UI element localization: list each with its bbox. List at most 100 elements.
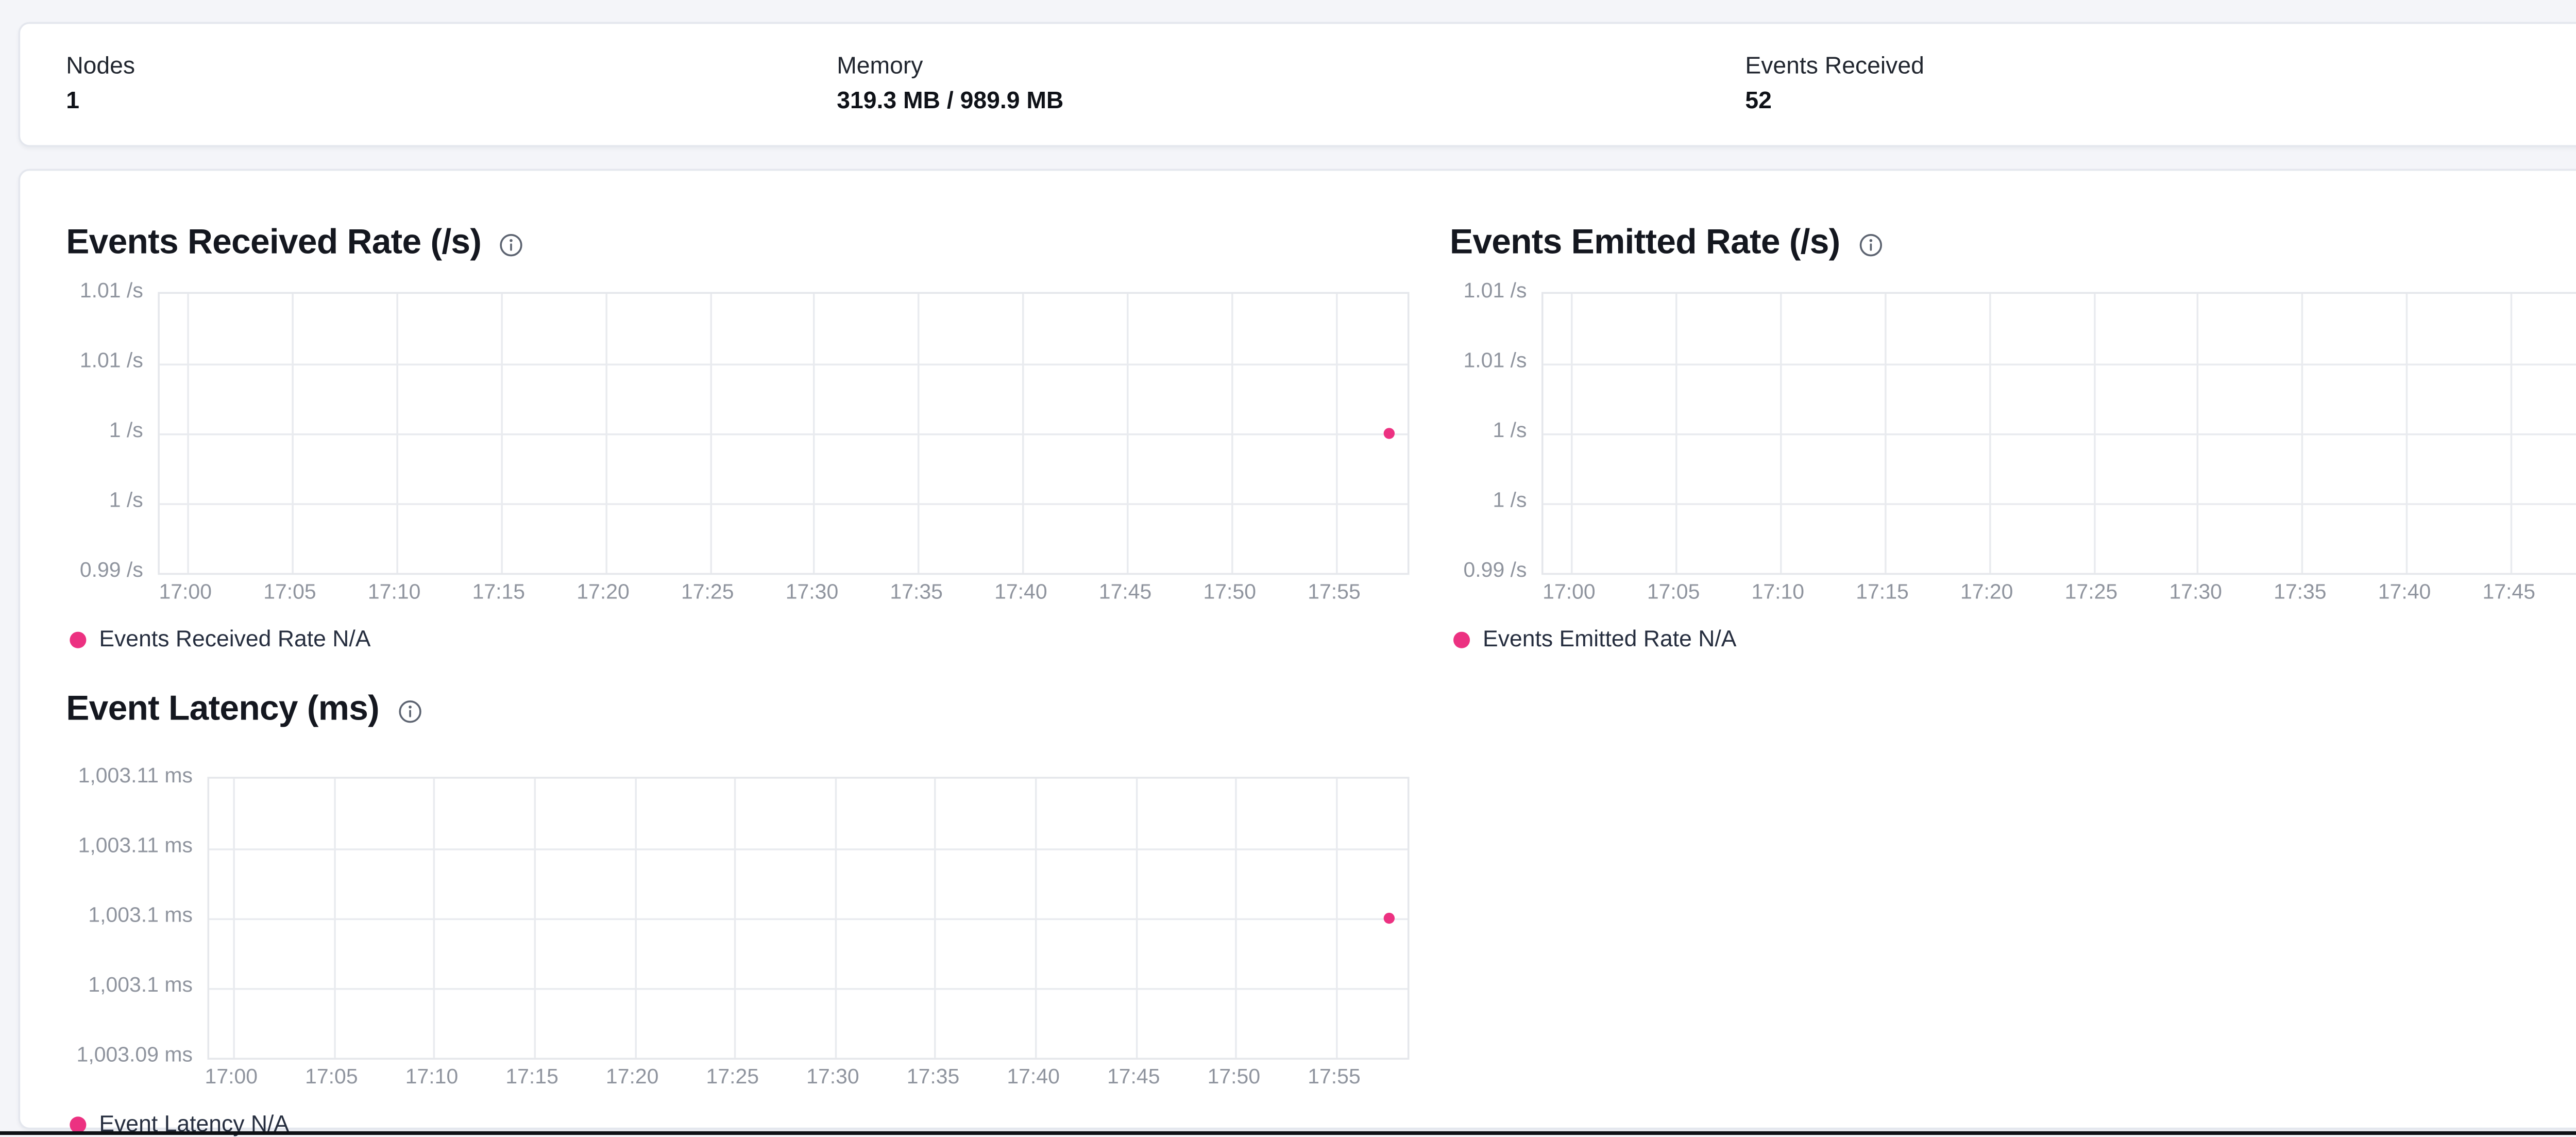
vertical-gridline (1023, 294, 1025, 573)
legend-label: Events Emitted Rate N/A (1483, 626, 1736, 652)
x-axis-tick-label: 17:40 (994, 582, 1047, 605)
y-axis-labels: 1,003.11 ms1,003.11 ms1,003.1 ms1,003.1 … (66, 777, 207, 1056)
data-point[interactable] (1383, 428, 1394, 439)
vertical-gridline (333, 779, 335, 1058)
vertical-gridline (1336, 294, 1338, 573)
vertical-gridline (709, 294, 711, 573)
stat-value: 319.3 MB / 989.9 MB (837, 85, 1063, 116)
vertical-gridline (534, 779, 536, 1058)
x-axis-labels: 17:0017:0517:1017:1517:2017:2517:3017:35… (158, 582, 1405, 612)
x-axis-tick-label: 17:45 (1107, 1067, 1160, 1089)
vertical-gridline (292, 294, 294, 573)
vertical-gridline (2406, 294, 2409, 573)
x-axis-tick-label: 17:55 (1308, 582, 1361, 605)
info-icon[interactable] (398, 699, 421, 723)
x-axis-tick-label: 17:15 (472, 582, 526, 605)
x-axis-tick-label: 17:20 (577, 582, 630, 605)
data-point[interactable] (1384, 913, 1395, 924)
vertical-gridline (935, 779, 937, 1058)
x-axis-tick-label: 17:35 (890, 582, 943, 605)
vertical-gridline (1136, 779, 1138, 1058)
x-axis-tick-label: 17:20 (606, 1067, 659, 1089)
x-axis-labels: 17:0017:0517:1017:1517:2017:2517:3017:35… (1541, 582, 2576, 612)
x-axis-tick-label: 17:35 (2274, 582, 2327, 605)
x-axis-tick-label: 17:30 (786, 582, 839, 605)
vertical-gridline (1571, 294, 1573, 573)
chart-event-latency: Event Latency (ms) 1,003.11 ms 1,003.11 ms… (66, 685, 1424, 1137)
vertical-gridline (2302, 294, 2304, 573)
chart-body: 1,003.11 ms1,003.11 ms1,003.1 ms1,003.1 … (66, 777, 1424, 1060)
horizontal-gridline (209, 988, 1408, 990)
chart-body: 1.01 /s1.01 /s1 /s1 /s0.99 /s (1450, 292, 2576, 575)
x-axis-tick-label: 17:40 (2378, 582, 2431, 605)
chart-header: Events Emitted Rate (/s) (1450, 219, 2576, 270)
y-axis-tick-label: 1,003.1 ms (88, 906, 193, 928)
vertical-gridline (634, 779, 636, 1058)
horizontal-gridline (1544, 503, 2576, 505)
y-axis-tick-label: 1.01 /s (80, 281, 143, 303)
stat-label: Nodes (66, 49, 135, 81)
charts-card: Events Received Rate (/s)1.01 /s1.01 /s1… (19, 169, 2576, 1130)
info-icon[interactable] (1858, 232, 1882, 256)
chart-header: Events Received Rate (/s) (66, 219, 1424, 270)
dashboard-page: Nodes 1 Memory 319.3 MB / 989.9 MB Event… (0, 0, 2576, 1135)
chart-body: 1.01 /s1.01 /s1 /s1 /s0.99 /s (66, 292, 1424, 575)
x-axis-tick-label: 17:25 (706, 1067, 759, 1089)
chart-legend[interactable]: Events Emitted Rate N/A (1450, 626, 1737, 652)
chart-legend[interactable]: Events Received Rate N/A (66, 626, 370, 652)
x-axis-tick-label: 17:15 (1856, 582, 1909, 605)
x-axis-tick-label: 17:10 (368, 582, 421, 605)
chart-events-received-rate: Events Received Rate (/s) 1.01 /s1.01 /s1… (66, 219, 1424, 652)
x-axis-tick-label: 17:45 (2482, 582, 2535, 605)
stat-label: Memory (837, 49, 1063, 81)
x-axis-tick-label: 17:45 (1099, 582, 1152, 605)
chart-events-emitted-rate: Events Emitted Rate (/s) 1.01 /s1.01 /s1 … (1450, 219, 2576, 652)
vertical-gridline (1675, 294, 1677, 573)
y-axis-tick-label: 1 /s (109, 421, 143, 443)
x-axis-tick-label: 17:05 (305, 1067, 358, 1089)
stat-label: Events Received (1745, 49, 1924, 81)
x-axis-tick-label: 17:15 (505, 1067, 558, 1089)
vertical-gridline (1780, 294, 1782, 573)
x-axis-tick-label: 17:00 (205, 1067, 258, 1089)
vertical-gridline (187, 294, 189, 573)
stat-value: 1 (66, 85, 135, 116)
chart-title: Events Emitted Rate (/s) (1450, 224, 1840, 264)
vertical-gridline (1235, 779, 1238, 1058)
x-axis-tick-label: 17:00 (159, 582, 212, 605)
stat-events-received: Events Received 52 (1745, 49, 1924, 115)
stat-memory: Memory 319.3 MB / 989.9 MB (837, 49, 1063, 115)
vertical-gridline (1336, 779, 1338, 1058)
y-axis-tick-label: 1,003.11 ms (78, 766, 193, 788)
chart-header: Event Latency (ms) (66, 685, 1424, 737)
y-axis-tick-label: 1,003.09 ms (77, 1045, 193, 1067)
y-axis-tick-label: 1,003.11 ms (78, 835, 193, 858)
plot-grid (158, 292, 1409, 575)
y-axis-tick-label: 1 /s (1493, 490, 1527, 512)
legend-color-dot (70, 1116, 86, 1132)
x-axis-labels: 17:0017:0517:1017:1517:2017:2517:3017:35… (207, 1067, 1405, 1096)
x-axis-tick-label: 17:25 (2065, 582, 2118, 605)
stat-nodes: Nodes 1 (66, 49, 135, 115)
x-axis-tick-label: 17:35 (907, 1067, 960, 1089)
plot-grid (1541, 292, 2576, 575)
vertical-gridline (918, 294, 920, 573)
horizontal-gridline (1544, 363, 2576, 365)
chart-title: Events Received Rate (/s) (66, 224, 481, 264)
x-axis-tick-label: 17:50 (1208, 1067, 1261, 1089)
vertical-gridline (2197, 294, 2199, 573)
y-axis-tick-label: 1.01 /s (1464, 281, 1527, 303)
vertical-gridline (1035, 779, 1037, 1058)
y-axis-tick-label: 0.99 /s (80, 560, 143, 582)
info-icon[interactable] (500, 232, 523, 256)
legend-label: Events Received Rate N/A (99, 626, 370, 652)
horizontal-gridline (209, 848, 1408, 850)
x-axis-tick-label: 17:05 (1647, 582, 1700, 605)
x-axis-tick-label: 17:10 (405, 1067, 459, 1089)
y-axis-tick-label: 0.99 /s (1464, 560, 1527, 582)
vertical-gridline (1884, 294, 1886, 573)
horizontal-gridline (160, 363, 1408, 365)
horizontal-gridline (1544, 433, 2576, 436)
horizontal-gridline (160, 503, 1408, 505)
x-axis-tick-label: 17:00 (1543, 582, 1596, 605)
